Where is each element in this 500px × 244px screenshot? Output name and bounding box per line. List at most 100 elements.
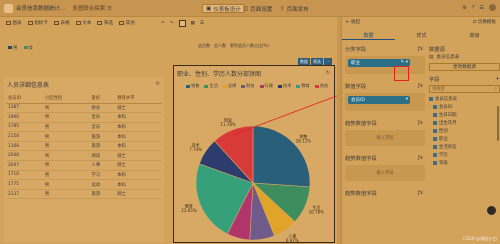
tab-style[interactable]: 样式 bbox=[395, 30, 448, 40]
field-tree-item[interactable]: 生活状态 bbox=[429, 143, 500, 151]
fx-icon[interactable]: ƒx bbox=[418, 155, 423, 161]
mode-page-settings[interactable]: ◫ 页面设置 bbox=[240, 4, 275, 13]
table-cell: 本科 bbox=[115, 112, 162, 123]
settings-icon[interactable]: ⚙ bbox=[462, 5, 466, 11]
table-row[interactable]: 2137 男旅游 硕士 bbox=[6, 189, 162, 200]
topbar-right: ⚙ ? ☰ bbox=[462, 4, 496, 11]
member-detail-table-card[interactable]: 人员详细信息表 ↻ 会员ID 小区性别 爱好 教育水平 1287 男财会 硕士 190… bbox=[4, 77, 164, 242]
dropdown-icon[interactable]: ▾ bbox=[406, 97, 408, 102]
table-cell: 男 bbox=[42, 170, 90, 181]
table-row[interactable]: 1775 男运动 本科 bbox=[6, 179, 162, 190]
table-cell: 2047 bbox=[6, 160, 43, 171]
publish-icon: ⇪ bbox=[280, 5, 285, 12]
assistant-bubble-icon[interactable] bbox=[487, 206, 496, 215]
fx-icon[interactable]: ƒx bbox=[418, 120, 423, 126]
table-cell: 本科 bbox=[115, 170, 162, 181]
col-header[interactable]: 小区性别 bbox=[42, 94, 90, 104]
pie-data-label: 教育 23.05% bbox=[181, 202, 196, 213]
toolbar-kpi-card[interactable]: 指标卡 bbox=[27, 20, 48, 26]
mode-page-publish[interactable]: ⇪ 页面发布 bbox=[277, 4, 312, 13]
table-row[interactable]: 1287 男财会 硕士 bbox=[6, 103, 162, 114]
toolbar-table[interactable]: 表格 bbox=[54, 20, 70, 26]
table-cell: 2048 bbox=[6, 150, 43, 162]
field-tree-item[interactable]: 会员信息表 bbox=[429, 95, 500, 103]
table-cell: 1287 bbox=[6, 103, 43, 114]
table-row[interactable]: 1785 男音乐 本科 bbox=[6, 122, 162, 133]
table-title: 人员详细信息表 bbox=[7, 82, 50, 89]
top-right-legend: 会员数 总人数 累积会员人数占比(%) bbox=[198, 43, 269, 48]
switch-template-button[interactable]: ⇄ 切换模板 bbox=[473, 19, 496, 26]
field-search-input[interactable]: 请搜索 ⌕ bbox=[429, 85, 500, 93]
watermark: CSDN @编程小白 bbox=[462, 236, 497, 241]
fx-icon[interactable]: ƒx bbox=[418, 190, 423, 196]
table-cell: 2158 bbox=[6, 131, 43, 142]
help-icon[interactable]: ? bbox=[472, 5, 475, 11]
toolbar-filter[interactable]: 筛选 bbox=[97, 20, 113, 26]
table-cell: 1785 bbox=[6, 122, 43, 133]
trend-field-dropzone[interactable]: 拖入字段 bbox=[345, 130, 425, 146]
col-header[interactable]: 爱好 bbox=[89, 94, 116, 104]
field-type-icon bbox=[433, 137, 437, 141]
field-pill-member-id[interactable]: 会员ID ▾ bbox=[348, 96, 410, 104]
field-tree-item[interactable]: 职业 bbox=[429, 135, 500, 143]
field-tree-item[interactable]: 等级 bbox=[429, 159, 500, 167]
tab-data[interactable]: 数据 bbox=[342, 30, 395, 40]
field-type-icon bbox=[433, 153, 437, 157]
field-tree-item[interactable]: 性别 bbox=[429, 127, 500, 135]
menu-icon[interactable]: ☰ bbox=[480, 5, 484, 11]
align-icon[interactable]: ☰ bbox=[200, 21, 204, 26]
table-cell: 男 bbox=[42, 160, 90, 171]
chart-filter-button[interactable]: 筛选 bbox=[311, 58, 323, 65]
add-icon[interactable]: + bbox=[496, 76, 500, 82]
table-row[interactable]: 2048 男阅读 硕士 bbox=[6, 150, 162, 162]
chart-icon bbox=[6, 21, 11, 25]
tab-advanced[interactable]: 高级 bbox=[448, 30, 500, 40]
toolbar-chart[interactable]: 图表 bbox=[6, 20, 22, 26]
section-value-field: 数值字段 ƒx bbox=[345, 82, 423, 90]
fx-icon[interactable]: ƒx bbox=[418, 46, 423, 52]
table-cell: 本科 bbox=[115, 122, 162, 133]
refresh-icon[interactable]: ↻ bbox=[156, 81, 160, 87]
user-avatar[interactable] bbox=[489, 4, 496, 11]
table-cell: 1775 bbox=[6, 179, 43, 190]
toolbar-text[interactable]: 文本 bbox=[75, 20, 91, 26]
mode-dashboard-design[interactable]: ▣ 仪表板设计 bbox=[202, 4, 245, 13]
table-cell: 本科 bbox=[115, 131, 162, 142]
collapse-button[interactable]: ⇤ 收起 bbox=[346, 19, 360, 26]
member-table: 会员ID 小区性别 爱好 教育水平 1287 男财会 硕士 1900 男音乐 本科 1785… bbox=[6, 94, 162, 200]
dataset-item[interactable]: ▤ 会员信息表 bbox=[429, 53, 500, 61]
field-tree-item[interactable]: 会员ID bbox=[429, 103, 500, 111]
undo-icon[interactable]: ↶ bbox=[161, 21, 165, 26]
redo-icon[interactable]: ↷ bbox=[170, 21, 174, 26]
edit-icon[interactable]: ✎ ▾ bbox=[401, 60, 408, 65]
field-tree-item[interactable]: 生日日期 bbox=[429, 111, 500, 119]
table-row[interactable]: 2158 男旅游 本科 bbox=[6, 131, 162, 142]
change-datasource-button[interactable]: 更改数据源 bbox=[429, 63, 500, 71]
chart-data-button[interactable]: 数据 bbox=[298, 58, 310, 65]
col-header[interactable]: 会员ID bbox=[6, 94, 43, 104]
table-row[interactable]: 2047 男人事 硕士 bbox=[6, 160, 162, 171]
table-row[interactable]: 1710 男学习 本科 bbox=[6, 170, 162, 181]
category-field-dropzone[interactable]: 职业 ✎ ▾ bbox=[345, 56, 425, 74]
chart-more-button[interactable]: ⋯ bbox=[324, 58, 332, 65]
dashboard-title[interactable]: 会员信息数据统计... bbox=[16, 4, 65, 12]
toolbar-other[interactable]: 其他 bbox=[119, 20, 135, 26]
grid-icon[interactable]: ▦ bbox=[191, 21, 195, 26]
trend-field-dropzone-2[interactable]: 拖入字段 bbox=[345, 165, 425, 181]
col-header[interactable]: 教育水平 bbox=[115, 94, 162, 104]
chart-card-tools: 数据 筛选 ⋯ bbox=[298, 58, 332, 65]
value-field-dropzone[interactable]: 会员ID ▾ bbox=[345, 93, 425, 111]
layout-tools: ↶ ↷ ▦ ☰ bbox=[161, 19, 204, 27]
field-tree-item[interactable]: 出生年月 bbox=[429, 119, 500, 127]
select-tool-icon[interactable] bbox=[178, 19, 186, 27]
table-cell: 1710 bbox=[6, 170, 43, 181]
table-row[interactable]: 1900 男音乐 本科 bbox=[6, 112, 162, 123]
field-type-icon bbox=[433, 113, 437, 117]
fx-icon[interactable]: ƒx bbox=[418, 83, 423, 89]
more-icon bbox=[119, 21, 125, 25]
field-list-scrollbar[interactable] bbox=[497, 106, 499, 141]
dashboard-subtitle[interactable]: 多图联合探索 ☰ bbox=[72, 4, 112, 12]
field-tree-item[interactable]: 学历 bbox=[429, 151, 500, 159]
table-row[interactable]: 1168 男旅游 本科 bbox=[6, 141, 162, 152]
table-cell: 旅游 bbox=[89, 131, 116, 142]
